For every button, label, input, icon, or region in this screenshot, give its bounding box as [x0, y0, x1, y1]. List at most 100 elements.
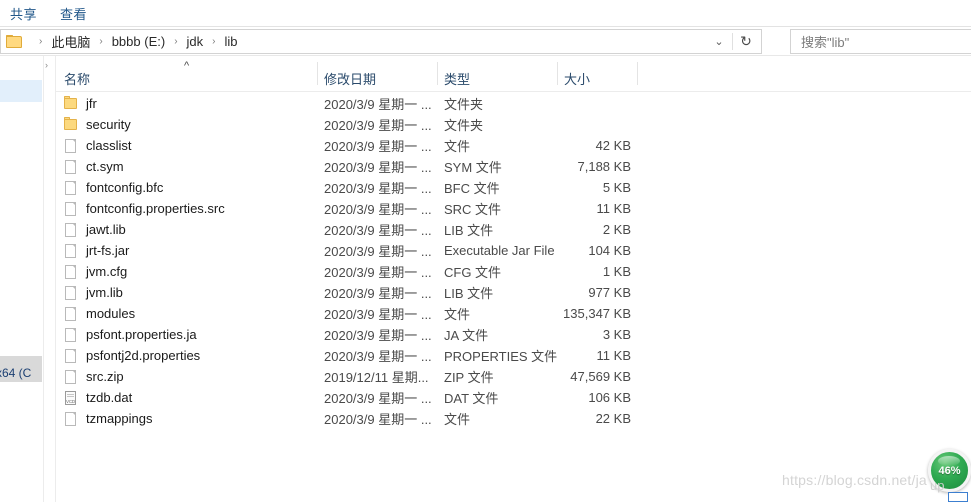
file-row[interactable]: fontconfig.bfc 2020/3/9 星期一 ... BFC 文件 5 KB	[56, 177, 971, 198]
file-date-cell: 2020/3/9 星期一 ...	[324, 139, 432, 154]
file-name-cell[interactable]: modules	[64, 306, 135, 321]
search-input[interactable]: 搜索"lib"	[790, 29, 971, 54]
file-name-cell[interactable]: jvm.lib	[64, 285, 123, 300]
file-explorer-window: 共享 查看 › 此电脑 › bbbb (E:) › jdk › lib ⌄ ↻ …	[0, 0, 971, 502]
column-divider-1[interactable]	[317, 62, 318, 85]
column-divider-4[interactable]	[637, 62, 638, 85]
file-name-cell[interactable]: VCD tzdb.dat	[64, 390, 132, 405]
file-type-cell: 文件	[444, 412, 471, 427]
breadcrumb-bar[interactable]: › 此电脑 › bbbb (E:) › jdk › lib ⌄ ↻	[0, 29, 762, 54]
breadcrumb-separator-1[interactable]: ›	[99, 36, 102, 47]
file-date-cell: 2020/3/9 星期一 ...	[324, 391, 432, 406]
file-row[interactable]: modules 2020/3/9 星期一 ... 文件 135,347 KB	[56, 303, 971, 324]
column-header-type[interactable]: 类型	[444, 69, 470, 88]
tab-view[interactable]: 查看	[60, 4, 87, 23]
file-icon	[64, 348, 77, 363]
file-row[interactable]: jfr 2020/3/9 星期一 ... 文件夹	[56, 93, 971, 114]
file-row[interactable]: fontconfig.properties.src 2020/3/9 星期一 ..…	[56, 198, 971, 219]
file-name-cell[interactable]: ct.sym	[64, 159, 124, 174]
file-name-label: src.zip	[86, 369, 124, 384]
file-date-cell: 2020/3/9 星期一 ...	[324, 307, 432, 322]
file-name-label: psfont.properties.ja	[86, 327, 197, 342]
file-size-cell: 1 KB	[602, 264, 631, 279]
breadcrumb-separator-3[interactable]: ›	[212, 36, 215, 47]
file-name-cell[interactable]: psfontj2d.properties	[64, 348, 200, 363]
file-size-cell: 3 KB	[602, 327, 631, 342]
breadcrumb-separator-2[interactable]: ›	[174, 36, 177, 47]
file-row[interactable]: jrt-fs.jar 2020/3/9 星期一 ... Executable Jar…	[56, 240, 971, 261]
file-type-cell: 文件夹	[444, 118, 484, 133]
file-row[interactable]: VCD tzdb.dat 2020/3/9 星期一 ... DAT 文件 106 KB	[56, 387, 971, 408]
file-date-cell: 2020/3/9 星期一 ...	[324, 160, 432, 175]
file-row[interactable]: jawt.lib 2020/3/9 星期一 ... LIB 文件 2 KB	[56, 219, 971, 240]
file-name-cell[interactable]: src.zip	[64, 369, 124, 384]
progress-percent-label: 46%	[938, 464, 961, 477]
file-date-cell: 2020/3/9 星期一 ...	[324, 118, 432, 133]
breadcrumb-separator-0: ›	[39, 35, 43, 47]
column-header-name[interactable]: 名称	[64, 69, 90, 88]
file-row[interactable]: jvm.lib 2020/3/9 星期一 ... LIB 文件 977 KB	[56, 282, 971, 303]
background-window[interactable]: x64 (C	[0, 56, 44, 502]
watermark-text: https://blog.csdn.net/ja	[782, 472, 927, 488]
file-name-cell[interactable]: fontconfig.properties.src	[64, 201, 225, 216]
file-name-cell[interactable]: jrt-fs.jar	[64, 243, 129, 258]
file-name-cell[interactable]: fontconfig.bfc	[64, 180, 163, 195]
file-row[interactable]: jvm.cfg 2020/3/9 星期一 ... CFG 文件 1 KB	[56, 261, 971, 282]
address-bar: › 此电脑 › bbbb (E:) › jdk › lib ⌄ ↻ 搜索"lib…	[0, 29, 971, 55]
file-name-cell[interactable]: jawt.lib	[64, 222, 126, 237]
column-divider-3[interactable]	[557, 62, 558, 85]
file-row[interactable]: security 2020/3/9 星期一 ... 文件夹	[56, 114, 971, 135]
navigation-pane[interactable]: ›	[44, 56, 55, 502]
file-type-cell: LIB 文件	[444, 286, 494, 301]
ribbon-tab-bar: 共享 查看	[0, 0, 971, 26]
file-name-cell[interactable]: classlist	[64, 138, 132, 153]
file-icon	[64, 138, 77, 153]
tab-share[interactable]: 共享	[10, 4, 37, 23]
file-name-cell[interactable]: security	[64, 117, 131, 132]
file-name-cell[interactable]: tzmappings	[64, 411, 152, 426]
file-icon	[64, 411, 77, 426]
chevron-right-icon[interactable]: ›	[45, 60, 48, 70]
breadcrumb-item-lib[interactable]: lib	[224, 34, 239, 49]
file-size-cell: 977 KB	[588, 285, 631, 300]
file-icon	[64, 306, 77, 321]
file-name-cell[interactable]: jfr	[64, 96, 97, 111]
column-header-size[interactable]: 大小	[564, 69, 590, 88]
breadcrumb-item-jdk[interactable]: jdk	[186, 34, 205, 49]
file-size-cell: 11 KB	[596, 201, 631, 216]
file-icon	[64, 222, 77, 237]
file-date-cell: 2020/3/9 星期一 ...	[324, 202, 432, 217]
column-divider-2[interactable]	[437, 62, 438, 85]
file-name-label: jawt.lib	[86, 222, 126, 237]
breadcrumb: › 此电脑 › bbbb (E:) › jdk › lib	[31, 32, 239, 51]
breadcrumb-item-drive-e[interactable]: bbbb (E:)	[111, 34, 166, 49]
file-row[interactable]: psfont.properties.ja 2020/3/9 星期一 ... JA 文…	[56, 324, 971, 345]
file-date-cell: 2020/3/9 星期一 ...	[324, 328, 432, 343]
chevron-down-icon[interactable]: ⌄	[707, 30, 731, 53]
file-icon	[64, 264, 77, 279]
refresh-icon[interactable]: ↻	[733, 30, 759, 53]
file-name-label: ct.sym	[86, 159, 124, 174]
file-size-cell: 5 KB	[602, 180, 631, 195]
file-type-cell: CFG 文件	[444, 265, 502, 280]
file-list: jfr 2020/3/9 星期一 ... 文件夹 security 2020/3/9 星…	[56, 93, 971, 429]
breadcrumb-item-this-pc[interactable]: 此电脑	[50, 32, 91, 51]
file-row[interactable]: ct.sym 2020/3/9 星期一 ... SYM 文件 7,188 KB	[56, 156, 971, 177]
background-window-selected-row[interactable]	[0, 80, 42, 102]
file-date-cell: 2020/3/9 星期一 ...	[324, 286, 432, 301]
file-row[interactable]: tzmappings 2020/3/9 星期一 ... 文件 22 KB	[56, 408, 971, 429]
file-name-label: tzmappings	[86, 411, 153, 426]
column-header-date-modified[interactable]: 修改日期	[324, 69, 376, 88]
file-date-cell: 2020/3/9 星期一 ...	[324, 265, 432, 280]
file-date-cell: 2020/3/9 星期一 ...	[324, 244, 432, 259]
folder-icon	[6, 34, 23, 49]
file-name-cell[interactable]: jvm.cfg	[64, 264, 127, 279]
file-row[interactable]: classlist 2020/3/9 星期一 ... 文件 42 KB	[56, 135, 971, 156]
file-name-cell[interactable]: psfont.properties.ja	[64, 327, 197, 342]
file-list-pane: 名称 ^ 修改日期 类型 大小 jfr 2020/3/9 星期一 ... 文件夹 se…	[56, 56, 971, 502]
column-header-underline	[56, 91, 971, 92]
file-type-cell: LIB 文件	[444, 223, 494, 238]
file-row[interactable]: psfontj2d.properties 2020/3/9 星期一 ... PROP…	[56, 345, 971, 366]
file-size-cell: 22 KB	[595, 411, 631, 426]
file-row[interactable]: src.zip 2019/12/11 星期... ZIP 文件 47,569 KB	[56, 366, 971, 387]
